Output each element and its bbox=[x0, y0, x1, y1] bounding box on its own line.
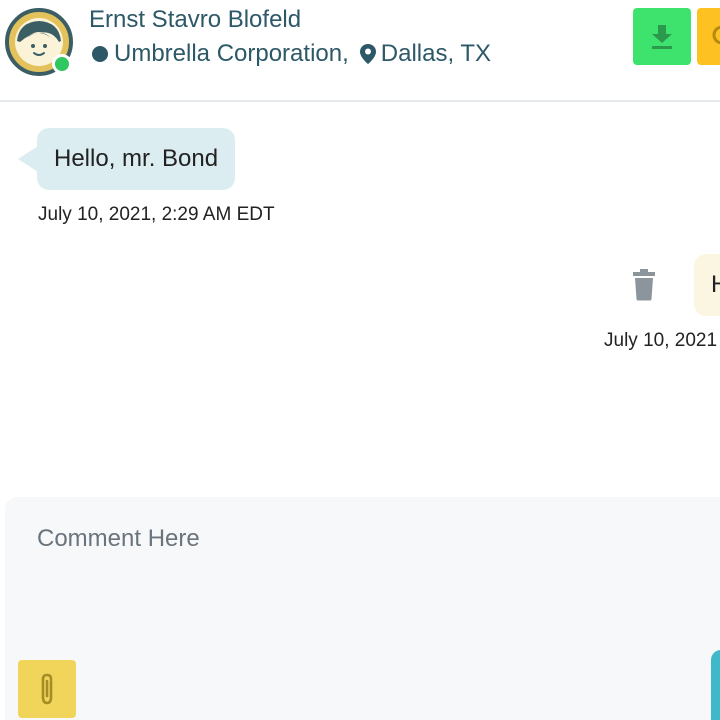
download-button[interactable] bbox=[633, 8, 691, 65]
contact-location: Dallas, TX bbox=[380, 40, 492, 67]
comment-input[interactable] bbox=[31, 519, 703, 651]
download-icon bbox=[652, 24, 672, 49]
send-button[interactable] bbox=[711, 650, 720, 720]
trash-icon bbox=[633, 269, 655, 301]
outgoing-message-timestamp: July 10, 2021 bbox=[604, 330, 718, 351]
attach-button[interactable] bbox=[18, 660, 76, 718]
bubble-tail bbox=[18, 146, 38, 172]
outgoing-message-bubble: H bbox=[694, 254, 720, 316]
search-icon bbox=[712, 25, 720, 45]
incoming-message-text: Hello, mr. Bond bbox=[54, 145, 219, 172]
outgoing-message-text: H bbox=[711, 271, 720, 298]
contact-name: Ernst Stavro Blofeld bbox=[89, 6, 302, 33]
chat-page: Ernst Stavro Blofeld Umbrella Corporatio… bbox=[0, 0, 720, 720]
incoming-message-timestamp: July 10, 2021, 2:29 AM EDT bbox=[38, 204, 275, 225]
incoming-message-bubble: Hello, mr. Bond bbox=[18, 128, 236, 190]
comment-composer bbox=[5, 497, 720, 720]
chat-header: Ernst Stavro Blofeld Umbrella Corporatio… bbox=[0, 0, 720, 102]
online-status-indicator bbox=[52, 54, 72, 74]
company-name: Umbrella Corporation, bbox=[114, 40, 349, 67]
delete-message-button[interactable] bbox=[630, 268, 658, 302]
paperclip-icon bbox=[41, 673, 53, 705]
company-dot-icon bbox=[92, 46, 108, 62]
contact-meta: Umbrella Corporation, Dallas, TX bbox=[92, 39, 491, 69]
location-pin-icon bbox=[359, 44, 376, 64]
search-button[interactable] bbox=[697, 8, 720, 65]
